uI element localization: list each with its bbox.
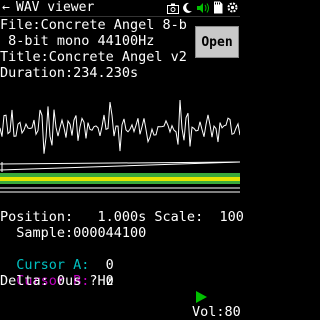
back-arrow-icon[interactable]: ← — [2, 0, 14, 16]
status-icons — [167, 1, 239, 15]
title-line: Title:Concrete Angel v2 — [0, 49, 187, 65]
format-line: 8-bit mono 44100Hz — [0, 33, 155, 49]
file-name-line: File:Concrete Angel 8-b — [0, 17, 187, 33]
title-bar: ← WAV viewer — [0, 0, 240, 17]
speaker-icon[interactable] — [196, 0, 210, 18]
moon-icon[interactable] — [182, 0, 193, 18]
duration-line: Duration:234.230s — [0, 65, 139, 81]
sample-line: Sample:000044100 — [0, 225, 147, 241]
waveform-view[interactable] — [0, 98, 240, 164]
sd-card-icon[interactable] — [213, 0, 223, 18]
position-scale-line: Position: 1.000s Scale: 100 — [0, 209, 244, 225]
overview-band-yellow — [0, 177, 240, 181]
settings-icon[interactable] — [226, 0, 239, 18]
open-button[interactable]: Open — [195, 26, 239, 58]
overview-band-green-lower — [0, 181, 240, 184]
delta-line: Delta: 0us ?Hz — [0, 273, 114, 289]
waveform-trace — [0, 99, 240, 154]
app-title: WAV viewer — [16, 0, 95, 15]
play-icon[interactable] — [194, 290, 208, 304]
overview-scrubber[interactable] — [0, 160, 240, 202]
camera-icon[interactable] — [167, 0, 179, 18]
overview-band-green — [0, 173, 240, 177]
volume-label[interactable]: Vol:80 — [192, 304, 241, 320]
